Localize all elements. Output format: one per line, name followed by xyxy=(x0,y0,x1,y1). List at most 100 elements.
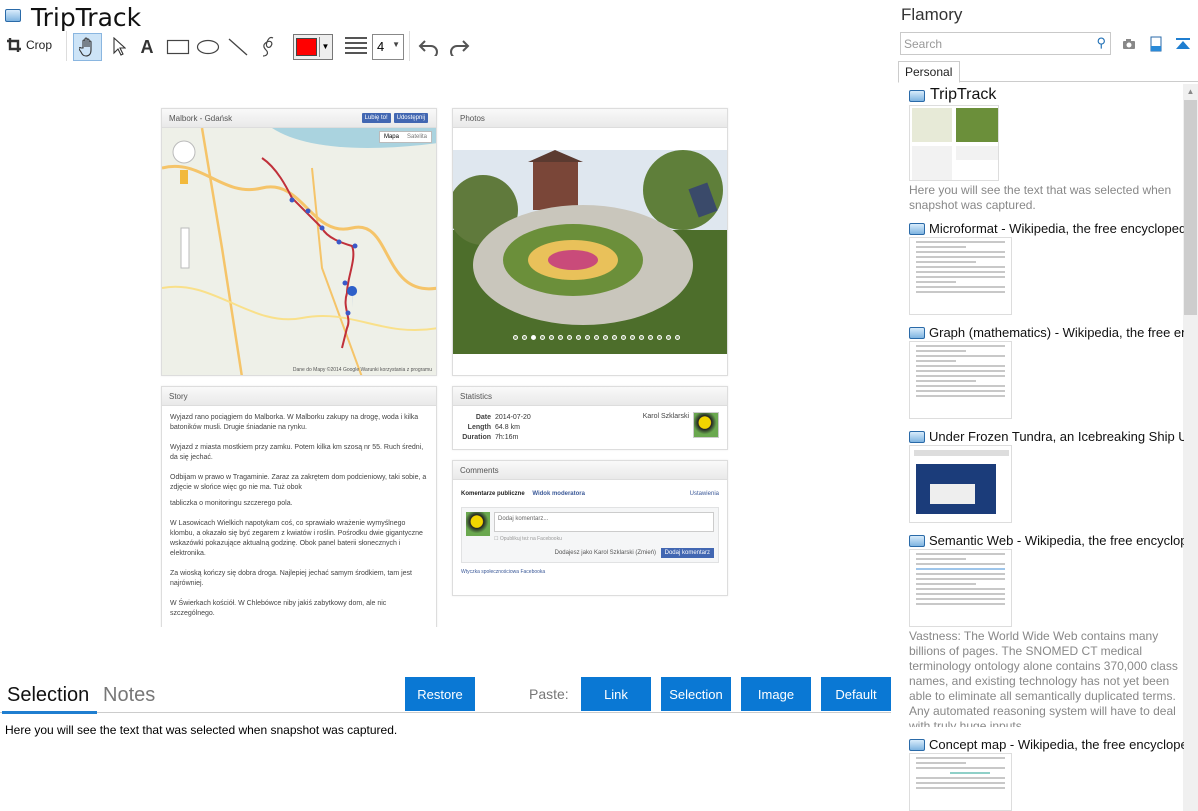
document-button[interactable] xyxy=(1147,35,1165,53)
page-icon xyxy=(909,739,925,751)
paste-image-button[interactable]: Image xyxy=(741,677,811,711)
redo-button[interactable] xyxy=(446,33,472,61)
statistics-header: Statistics xyxy=(453,387,727,406)
color-picker[interactable]: ▼ xyxy=(293,34,333,60)
hand-tool-button[interactable] xyxy=(73,33,102,61)
story-panel: Story Wyjazd rano pociągiem do Malborka.… xyxy=(161,386,437,627)
search-input[interactable]: Search ⚲ xyxy=(900,32,1111,55)
page-icon xyxy=(909,223,925,235)
item-thumbnail xyxy=(909,549,1012,627)
chevron-down-icon: ▼ xyxy=(392,40,400,49)
item-thumbnail xyxy=(909,341,1012,419)
undo-button[interactable] xyxy=(416,33,442,61)
tab-divider xyxy=(0,712,891,713)
story-text: Wyjazd rano pociągiem do Malborka. W Mal… xyxy=(170,414,427,617)
freehand-icon xyxy=(262,36,274,57)
paste-default-button[interactable]: Default xyxy=(821,677,891,711)
comments-header: Comments xyxy=(453,461,727,480)
ellipse-tool-button[interactable] xyxy=(194,33,222,61)
select-tool-button[interactable] xyxy=(107,33,131,61)
crop-button[interactable]: Crop xyxy=(6,37,52,53)
comment-input[interactable]: Dodaj komentarz... xyxy=(494,512,714,532)
crop-label: Crop xyxy=(26,38,53,52)
comments-settings-link[interactable]: Ustawienia xyxy=(690,491,719,497)
toolbar-divider xyxy=(409,31,410,61)
rectangle-icon xyxy=(166,39,190,55)
fb-like-button[interactable]: Lubię to! xyxy=(361,113,391,123)
map-type-map[interactable]: Mapa xyxy=(380,132,403,142)
scroll-up-button[interactable]: ▲ xyxy=(1183,84,1198,99)
map-type-switch[interactable]: Mapa Satelita xyxy=(378,131,432,143)
tab-public-comments[interactable]: Komentarze publiczne xyxy=(461,491,525,497)
fb-share-button[interactable]: Udostępnij xyxy=(393,113,428,123)
search-icon[interactable]: ⚲ xyxy=(1096,35,1106,51)
collapse-icon xyxy=(1176,38,1190,49)
toolbar-divider xyxy=(66,31,67,61)
item-title: Microformat - Wikipedia, the free encycl… xyxy=(929,221,1184,236)
paste-selection-button[interactable]: Selection xyxy=(661,677,731,711)
author-name: Karol Szklarski xyxy=(642,413,689,420)
document-icon xyxy=(1150,36,1162,52)
comment-composer: Dodaj komentarz... ☐ Opublikuj też na Fa… xyxy=(461,507,719,563)
item-title: Semantic Web - Wikipedia, the free encyc… xyxy=(929,533,1184,548)
tab-notes[interactable]: Notes xyxy=(103,684,155,707)
line-width-icon xyxy=(345,37,367,57)
line-icon xyxy=(228,38,248,56)
camera-icon xyxy=(1123,39,1135,49)
map-panel: Malbork - Gdańsk Lubię to! Udostępnij Ma… xyxy=(161,108,437,376)
text-tool-button[interactable]: A xyxy=(136,33,158,61)
page-icon xyxy=(909,327,925,339)
hand-icon xyxy=(78,37,92,57)
photo-image xyxy=(453,150,727,354)
freehand-tool-button[interactable] xyxy=(255,33,281,61)
item-description: Vastness: The World Wide Web contains ma… xyxy=(909,629,1178,727)
post-to-facebook-checkbox[interactable]: ☐ Opublikuj też na Facebooku xyxy=(494,536,562,542)
line-width-select[interactable]: 4 ▼ xyxy=(372,34,404,60)
map-attribution: Dane do Mapy ©2014 Google Warunki korzys… xyxy=(292,367,432,373)
rectangle-tool-button[interactable] xyxy=(164,33,192,61)
text-icon: A xyxy=(140,36,154,57)
map[interactable]: Mapa Satelita Dane do Mapy ©2014 Google … xyxy=(162,128,436,375)
slideshow-dots[interactable] xyxy=(513,335,680,340)
comments-panel: Comments Komentarze publiczne Widok mode… xyxy=(452,460,728,596)
camera-button[interactable] xyxy=(1120,35,1138,53)
tab-selection[interactable]: Selection xyxy=(7,684,89,707)
undo-icon xyxy=(418,40,438,56)
line-tool-button[interactable] xyxy=(224,33,252,61)
chevron-down-icon: ▼ xyxy=(319,37,331,57)
color-swatch xyxy=(296,38,317,56)
statistics-panel: Statistics Date 2014-07-20 Length 64.8 km … xyxy=(452,386,728,450)
item-title: Under Frozen Tundra, an Icebreaking Ship… xyxy=(929,429,1184,444)
selection-text[interactable]: Here you will see the text that was sele… xyxy=(5,723,397,737)
commenting-as: Dodajesz jako Karol Szklarski (Zmień) xyxy=(554,550,656,556)
crop-icon xyxy=(7,38,21,52)
submit-comment-button[interactable]: Dodaj komentarz xyxy=(660,548,714,558)
app-icon xyxy=(5,9,21,22)
item-thumbnail xyxy=(909,105,999,181)
restore-button[interactable]: Restore xyxy=(405,677,475,711)
line-width-value: 4 xyxy=(377,39,385,54)
photo-slideshow[interactable] xyxy=(453,150,727,354)
redo-icon xyxy=(450,40,470,56)
paste-link-button[interactable]: Link xyxy=(581,677,651,711)
item-description: Here you will see the text that was sele… xyxy=(909,183,1172,212)
page-icon xyxy=(909,535,925,547)
tab-moderator-view[interactable]: Widok moderatora xyxy=(532,491,585,497)
map-type-satellite[interactable]: Satelita xyxy=(403,132,431,142)
scrollbar-thumb[interactable] xyxy=(1184,100,1197,315)
snapshot-canvas[interactable]: Malbork - Gdańsk Lubię to! Udostępnij Ma… xyxy=(160,107,730,627)
photos-panel: Photos xyxy=(452,108,728,376)
page-icon xyxy=(909,431,925,443)
sidebar-title: Flamory xyxy=(901,5,963,24)
fb-plugin-label: Wtyczka społecznościowa Facebooka xyxy=(461,569,546,575)
app-title: TripTrack xyxy=(31,3,142,32)
item-thumbnail xyxy=(909,445,1012,523)
tab-divider xyxy=(960,81,1198,82)
active-tab-indicator xyxy=(2,711,97,714)
page-icon xyxy=(909,90,925,102)
tab-personal[interactable]: Personal xyxy=(898,61,960,83)
ellipse-icon xyxy=(196,39,220,55)
item-thumbnail xyxy=(909,753,1012,811)
fb-buttons: Lubię to! Udostępnij xyxy=(361,113,428,123)
collapse-button[interactable] xyxy=(1174,35,1192,53)
